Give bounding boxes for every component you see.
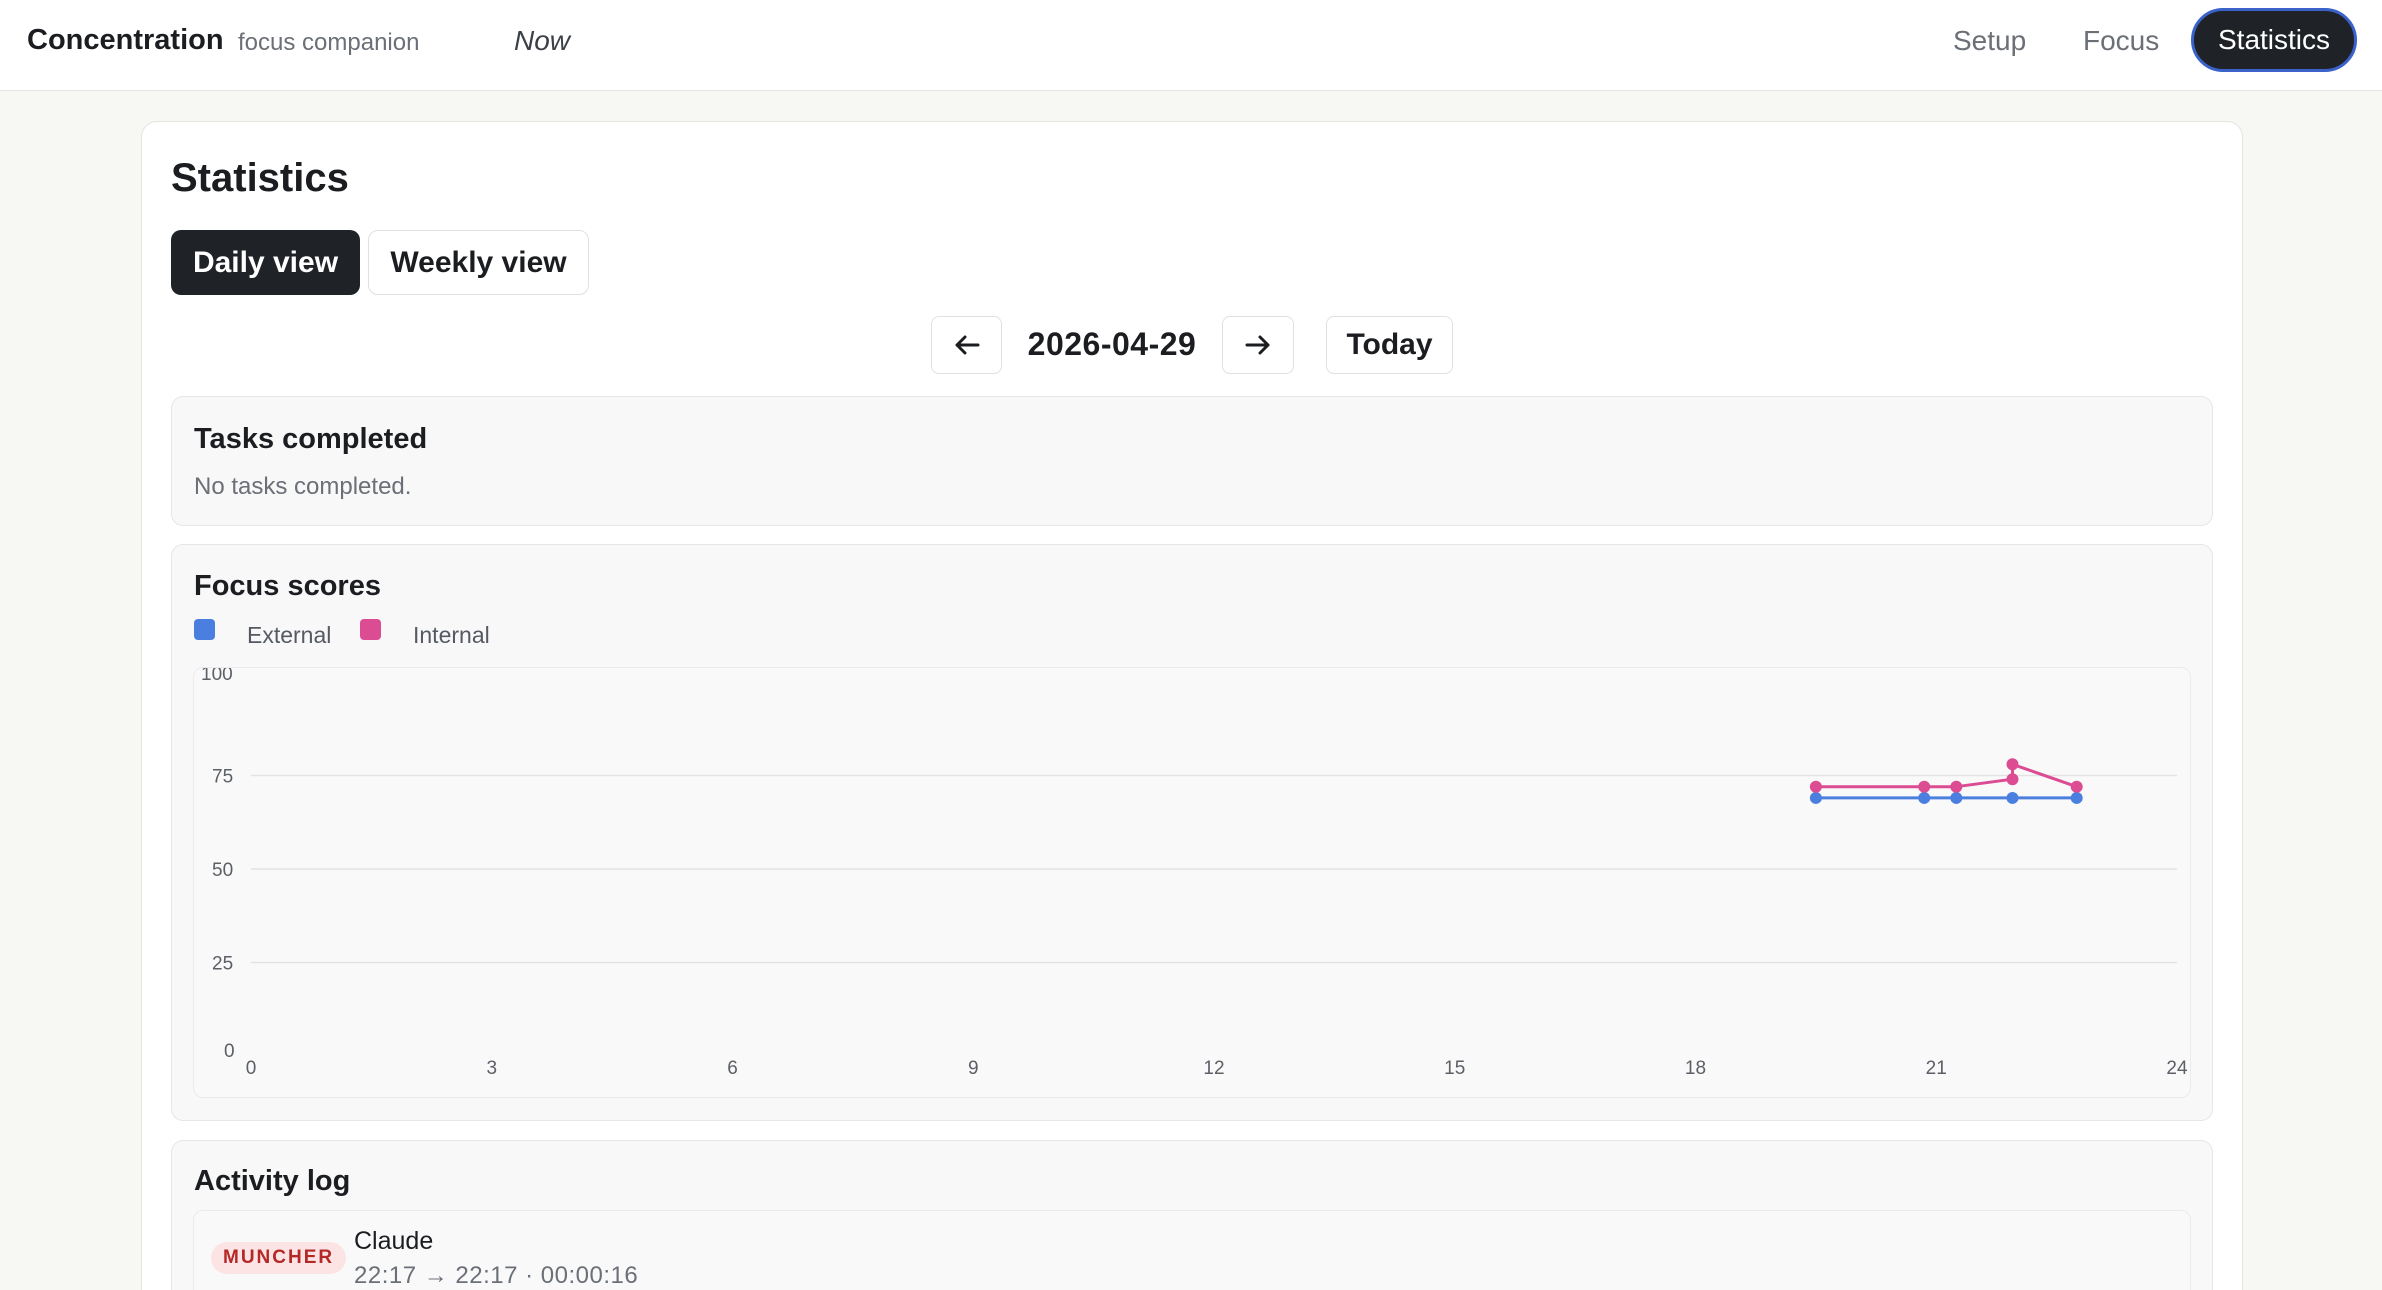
y-tick-label: 75	[212, 767, 233, 788]
focus-chart: 0 25 50 75 100 0 3 6 9 12 15 18 21 24	[193, 667, 2191, 1098]
y-tick-label: 100	[201, 668, 233, 685]
legend-external-label: External	[247, 622, 332, 648]
x-tick-label: 15	[1444, 1058, 1465, 1079]
data-point-external	[1918, 791, 1931, 804]
x-tick-label: 18	[1685, 1058, 1706, 1079]
data-point-external	[1950, 791, 1963, 804]
tasks-completed-panel	[171, 396, 2213, 526]
x-tick-label: 24	[2166, 1058, 2188, 1079]
data-point-internal	[1918, 780, 1931, 793]
nav-setup[interactable]: Setup	[1953, 25, 2026, 57]
y-tick-label: 50	[212, 860, 233, 881]
app-tagline: focus companion	[238, 29, 420, 56]
activity-badge: MUNCHER	[211, 1242, 347, 1274]
data-point-internal	[2006, 773, 2019, 786]
x-tick-label: 21	[1926, 1058, 1947, 1079]
app-name: Concentration	[27, 24, 224, 56]
arrow-left-icon	[955, 335, 979, 355]
nav-focus[interactable]: Focus	[2083, 25, 2159, 57]
y-tick-label: 0	[224, 1041, 235, 1062]
daily-view-button[interactable]: Daily view	[171, 230, 360, 295]
nav-statistics[interactable]: Statistics	[2191, 8, 2357, 72]
previous-day-button[interactable]	[931, 316, 1002, 374]
arrow-right-icon	[1245, 335, 1270, 355]
now-label[interactable]: Now	[514, 25, 570, 57]
tasks-completed-title: Tasks completed	[194, 423, 428, 455]
focus-chart-svg: 0 25 50 75 100 0 3 6 9 12 15 18 21 24	[201, 668, 2188, 1079]
x-tick-label: 12	[1203, 1058, 1224, 1079]
today-button[interactable]: Today	[1326, 316, 1453, 374]
current-date: 2026-04-29	[1027, 326, 1197, 362]
y-tick-label: 25	[212, 954, 233, 975]
focus-scores-title: Focus scores	[194, 570, 381, 602]
activity-name: Claude	[354, 1227, 434, 1255]
data-point-internal	[2070, 780, 2083, 793]
x-tick-label: 0	[246, 1058, 257, 1079]
data-point-external	[1809, 791, 1822, 804]
data-point-external	[2006, 791, 2019, 804]
data-point-external	[2070, 791, 2083, 804]
next-day-button[interactable]	[1222, 316, 1294, 374]
data-point-internal	[1950, 780, 1963, 793]
weekly-view-button[interactable]: Weekly view	[368, 230, 589, 295]
tasks-empty-message: No tasks completed.	[194, 473, 412, 500]
data-point-internal	[2006, 758, 2019, 771]
activity-log-title: Activity log	[194, 1165, 351, 1197]
page-title: Statistics	[171, 156, 349, 200]
data-point-internal	[1809, 780, 1822, 793]
activity-time: 22:17 → 22:17 · 00:00:16	[354, 1262, 639, 1289]
legend-external-swatch	[194, 619, 215, 640]
x-tick-label: 9	[968, 1058, 979, 1079]
legend-internal-label: Internal	[413, 622, 490, 648]
x-tick-label: 3	[486, 1058, 497, 1079]
x-tick-label: 6	[727, 1058, 738, 1079]
legend-internal-swatch	[360, 619, 381, 640]
top-bar: Concentration focus companion Now Setup …	[0, 0, 2382, 91]
